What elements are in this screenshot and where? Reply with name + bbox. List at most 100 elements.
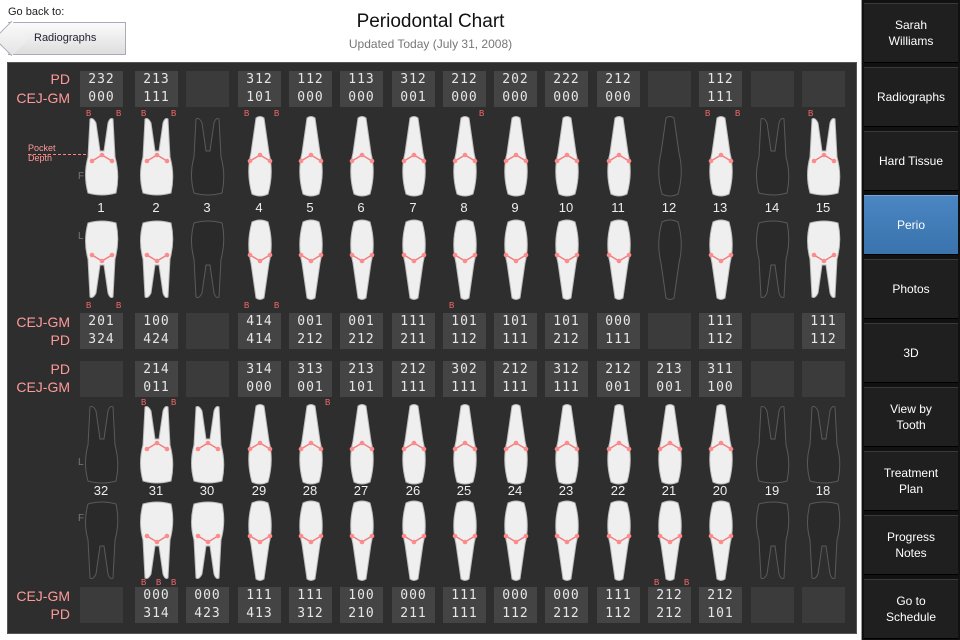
upper-facial-pd-cell[interactable]: 212	[443, 71, 486, 89]
upper-lingual-cejgm-cell[interactable]: 101	[443, 313, 486, 331]
upper-facial-cejgm-cell[interactable]: 000	[80, 89, 123, 107]
lower-lingual-cejgm-cell[interactable]	[186, 379, 229, 397]
lower-lingual-tooth[interactable]	[494, 403, 538, 485]
lower-facial-tooth[interactable]	[340, 500, 384, 582]
lower-facial-cejgm-cell[interactable]: 000	[494, 587, 537, 605]
sidebar-item-6[interactable]: View by Tooth	[864, 387, 958, 447]
lower-facial-cejgm-cell[interactable]: 000	[135, 587, 178, 605]
lower-lingual-pd-cell[interactable]: 212	[392, 361, 435, 379]
lower-lingual-cejgm-cell[interactable]: 101	[340, 379, 383, 397]
upper-facial-cejgm-cell[interactable]	[186, 89, 229, 107]
sidebar-item-0[interactable]: Sarah Williams	[864, 3, 958, 63]
upper-facial-cejgm-cell[interactable]: 000	[340, 89, 383, 107]
perio-chart[interactable]: Pocket Depth PD CEJ-GM 232 213 312 112 113 312 21…	[7, 62, 857, 634]
lower-facial-cejgm-cell[interactable]: 212	[648, 587, 691, 605]
upper-lingual-pd-cell[interactable]: 212	[340, 331, 383, 349]
lower-facial-tooth[interactable]	[802, 500, 846, 582]
tooth-number[interactable]: 27	[346, 483, 376, 498]
upper-facial-cejgm-cell[interactable]: 000	[494, 89, 537, 107]
sidebar-item-4[interactable]: Photos	[864, 259, 958, 319]
upper-facial-cejgm-cell[interactable]: 000	[289, 89, 332, 107]
lower-facial-cejgm-cell[interactable]: 100	[340, 587, 383, 605]
upper-lingual-pd-cell[interactable]: 211	[392, 331, 435, 349]
lower-facial-tooth[interactable]	[443, 500, 487, 582]
lower-lingual-cejgm-cell[interactable]: 111	[392, 379, 435, 397]
lower-lingual-pd-cell[interactable]: 212	[597, 361, 640, 379]
lower-facial-cejgm-cell[interactable]: 111	[443, 587, 486, 605]
upper-facial-tooth[interactable]	[648, 115, 692, 197]
upper-facial-tooth[interactable]	[80, 115, 124, 197]
lower-facial-pd-cell[interactable]: 423	[186, 605, 229, 623]
sidebar-item-7[interactable]: Treatment Plan	[864, 451, 958, 511]
upper-lingual-tooth[interactable]	[289, 219, 333, 301]
upper-facial-tooth[interactable]	[289, 115, 333, 197]
lower-lingual-tooth[interactable]	[443, 403, 487, 485]
tooth-number[interactable]: 12	[654, 200, 684, 215]
upper-lingual-pd-cell[interactable]: 112	[802, 331, 845, 349]
upper-facial-cejgm-cell[interactable]: 000	[443, 89, 486, 107]
lower-facial-tooth[interactable]	[289, 500, 333, 582]
lower-lingual-pd-cell[interactable]	[802, 361, 845, 379]
upper-facial-cejgm-cell[interactable]	[751, 89, 794, 107]
lower-lingual-pd-cell[interactable]	[80, 361, 123, 379]
tooth-number[interactable]: 19	[757, 483, 787, 498]
upper-lingual-cejgm-cell[interactable]	[751, 313, 794, 331]
lower-facial-pd-cell[interactable]: 212	[648, 605, 691, 623]
upper-lingual-pd-cell[interactable]: 212	[545, 331, 588, 349]
upper-lingual-cejgm-cell[interactable]: 100	[135, 313, 178, 331]
lower-lingual-tooth[interactable]	[340, 403, 384, 485]
tooth-number[interactable]: 20	[705, 483, 735, 498]
sidebar-item-5[interactable]: 3D	[864, 323, 958, 383]
lower-facial-tooth[interactable]	[392, 500, 436, 582]
lower-facial-tooth[interactable]	[648, 500, 692, 582]
tooth-number[interactable]: 9	[500, 200, 530, 215]
lower-lingual-cejgm-cell[interactable]: 111	[443, 379, 486, 397]
upper-lingual-cejgm-cell[interactable]: 000	[597, 313, 640, 331]
upper-lingual-tooth[interactable]	[392, 219, 436, 301]
lower-facial-pd-cell[interactable]	[80, 605, 123, 623]
lower-lingual-pd-cell[interactable]	[186, 361, 229, 379]
tooth-number[interactable]: 11	[603, 200, 633, 215]
lower-lingual-tooth[interactable]	[80, 403, 124, 485]
tooth-number[interactable]: 32	[86, 483, 116, 498]
upper-lingual-cejgm-cell[interactable]	[648, 313, 691, 331]
lower-lingual-pd-cell[interactable]: 213	[340, 361, 383, 379]
upper-facial-tooth[interactable]	[545, 115, 589, 197]
upper-facial-pd-cell[interactable]: 112	[699, 71, 742, 89]
upper-lingual-pd-cell[interactable]: 324	[80, 331, 123, 349]
lower-facial-tooth[interactable]	[597, 500, 641, 582]
upper-facial-pd-cell[interactable]: 222	[545, 71, 588, 89]
tooth-number[interactable]: 30	[192, 483, 222, 498]
lower-lingual-pd-cell[interactable]	[751, 361, 794, 379]
upper-lingual-tooth[interactable]	[545, 219, 589, 301]
lower-facial-pd-cell[interactable]: 112	[597, 605, 640, 623]
tooth-number[interactable]: 6	[346, 200, 376, 215]
lower-facial-tooth[interactable]	[751, 500, 795, 582]
lower-facial-cejgm-cell[interactable]: 000	[392, 587, 435, 605]
lower-lingual-cejgm-cell[interactable]: 001	[597, 379, 640, 397]
tooth-number[interactable]: 23	[551, 483, 581, 498]
upper-facial-tooth[interactable]	[699, 115, 743, 197]
lower-lingual-tooth[interactable]	[135, 403, 179, 485]
upper-lingual-tooth[interactable]	[340, 219, 384, 301]
upper-lingual-pd-cell[interactable]: 414	[238, 331, 281, 349]
lower-facial-pd-cell[interactable]: 211	[392, 605, 435, 623]
upper-lingual-pd-cell[interactable]	[648, 331, 691, 349]
lower-lingual-tooth[interactable]	[802, 403, 846, 485]
upper-lingual-cejgm-cell[interactable]	[186, 313, 229, 331]
upper-facial-tooth[interactable]	[340, 115, 384, 197]
lower-lingual-cejgm-cell[interactable]: 001	[289, 379, 332, 397]
lower-lingual-cejgm-cell[interactable]	[80, 379, 123, 397]
lower-lingual-tooth[interactable]	[648, 403, 692, 485]
sidebar-item-2[interactable]: Hard Tissue	[864, 131, 958, 191]
tooth-number[interactable]: 13	[705, 200, 735, 215]
upper-facial-tooth[interactable]	[443, 115, 487, 197]
upper-facial-cejgm-cell[interactable]: 101	[238, 89, 281, 107]
sidebar-item-3[interactable]: Perio	[864, 195, 958, 255]
upper-lingual-cejgm-cell[interactable]: 111	[699, 313, 742, 331]
upper-facial-cejgm-cell[interactable]	[802, 89, 845, 107]
lower-lingual-tooth[interactable]	[545, 403, 589, 485]
upper-facial-cejgm-cell[interactable]: 111	[135, 89, 178, 107]
upper-lingual-cejgm-cell[interactable]: 111	[802, 313, 845, 331]
tooth-number[interactable]: 21	[654, 483, 684, 498]
